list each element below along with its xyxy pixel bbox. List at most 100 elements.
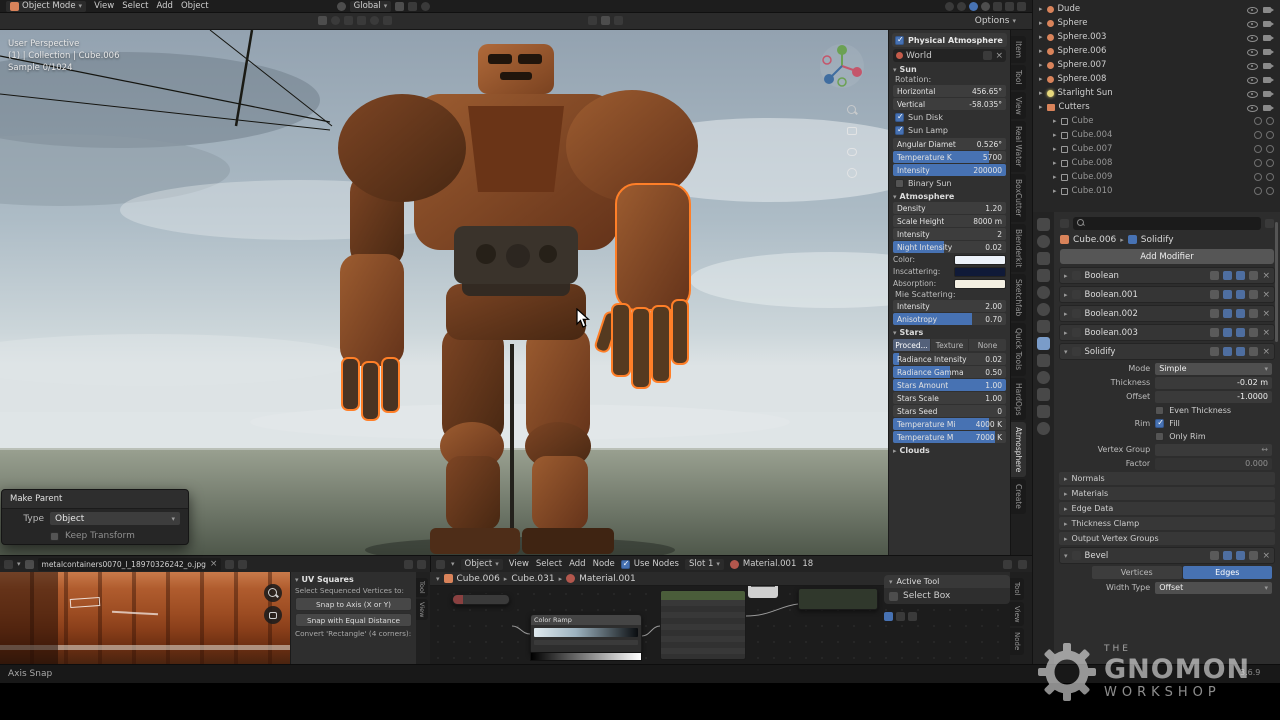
render-camera-icon[interactable]: [1262, 46, 1274, 57]
unlink-icon[interactable]: [995, 51, 1003, 61]
color-row[interactable]: Absorption:: [893, 278, 1006, 289]
expand-arrow-icon[interactable]: [1064, 328, 1068, 338]
holdout-toggle-icon[interactable]: [1266, 145, 1274, 153]
sun-section-header[interactable]: Sun: [893, 65, 1006, 74]
holdout-toggle-icon[interactable]: [1266, 159, 1274, 167]
value-slider[interactable]: Stars Seed 0: [893, 405, 1006, 417]
render-toggle-icon[interactable]: [1236, 309, 1245, 318]
expand-arrow-icon[interactable]: [1039, 32, 1043, 42]
outliner-row[interactable]: Sphere.008: [1033, 72, 1280, 86]
zoom-icon[interactable]: [844, 102, 860, 118]
open-image-icon[interactable]: [238, 560, 247, 569]
bevel-modifier-header[interactable]: Bevel: [1059, 547, 1275, 564]
realtime-toggle-icon[interactable]: [1223, 328, 1232, 337]
checkbox-row[interactable]: Sun Lamp: [895, 125, 1004, 136]
remove-modifier-icon[interactable]: [1262, 271, 1270, 281]
expand-arrow-icon[interactable]: [1053, 172, 1057, 182]
menu-item[interactable]: View: [94, 1, 114, 11]
breadcrumb-object[interactable]: Cube.006: [1073, 235, 1116, 245]
subpanel-header[interactable]: Edge Data: [1059, 502, 1275, 515]
collapse-arrow-icon[interactable]: [1064, 551, 1068, 561]
vertex-group-field[interactable]: ↔: [1155, 444, 1272, 456]
mode-dropdown[interactable]: Object Mode: [6, 1, 86, 12]
edit-mode-toggle-icon[interactable]: [1210, 328, 1219, 337]
sidebar-tab[interactable]: Create: [1011, 479, 1026, 514]
value-slider[interactable]: Intensity 200000: [893, 164, 1006, 176]
sidebar-tab[interactable]: Real Water: [1011, 121, 1026, 172]
cage-toggle-icon[interactable]: [1249, 328, 1258, 337]
image-editor-tab[interactable]: Tool: [416, 578, 428, 597]
modifier-header[interactable]: Boolean: [1059, 267, 1275, 284]
pin-icon[interactable]: [1003, 560, 1012, 569]
image-editor-view[interactable]: [0, 572, 290, 664]
world-tab-icon[interactable]: [1037, 303, 1050, 316]
color-ramp-node[interactable]: Color Ramp: [530, 614, 642, 654]
proportional-falloff-icon[interactable]: [370, 16, 379, 25]
expand-arrow-icon[interactable]: [1053, 116, 1057, 126]
constraints-tab-icon[interactable]: [1037, 388, 1050, 401]
realtime-toggle-icon[interactable]: [1223, 347, 1232, 356]
remove-modifier-icon[interactable]: [1262, 347, 1270, 357]
realtime-toggle-icon[interactable]: [1223, 271, 1232, 280]
even-thickness-checkbox[interactable]: [1155, 406, 1164, 415]
stars-mode-tab[interactable]: None: [969, 339, 1006, 351]
sidebar-tab[interactable]: Sketchfab: [1011, 274, 1026, 321]
holdout-toggle-icon[interactable]: [1266, 131, 1274, 139]
outliner-row[interactable]: Cutters: [1033, 100, 1280, 114]
render-toggle-icon[interactable]: [1236, 271, 1245, 280]
snapping-options-icon[interactable]: [408, 2, 417, 11]
render-camera-icon[interactable]: [1262, 32, 1274, 43]
image-zoom-icon[interactable]: [264, 584, 282, 602]
thickness-field[interactable]: -0.02 m: [1155, 377, 1272, 389]
outliner-row[interactable]: Sphere.006: [1033, 44, 1280, 58]
modifier-header[interactable]: Boolean.001: [1059, 286, 1275, 303]
value-slider[interactable]: Stars Amount 1.00: [893, 379, 1006, 391]
pan-hand-icon[interactable]: [844, 123, 860, 139]
hide-eye-icon[interactable]: [1246, 18, 1258, 29]
cursor-tool-icon[interactable]: [331, 16, 340, 25]
expand-arrow-icon[interactable]: [1039, 102, 1043, 112]
snap-mode-icon[interactable]: [357, 16, 366, 25]
outliner-row[interactable]: Sphere.007: [1033, 58, 1280, 72]
value-slider[interactable]: Temperature Mi 4000 K: [893, 418, 1006, 430]
color-row[interactable]: Inscattering:: [893, 266, 1006, 277]
shading-material-icon[interactable]: [969, 2, 978, 11]
mode-dropdown[interactable]: Simple: [1155, 363, 1272, 375]
show-gizmo-icon[interactable]: [993, 2, 1002, 11]
subpanel-header[interactable]: Thickness Clamp: [1059, 517, 1275, 530]
render-toggle-icon[interactable]: [1236, 328, 1245, 337]
snap-target-icon[interactable]: [344, 16, 353, 25]
expand-arrow-icon[interactable]: [1039, 46, 1043, 56]
expand-arrow-icon[interactable]: [1064, 309, 1068, 319]
object-data-tab-icon[interactable]: [1037, 405, 1050, 418]
cage-toggle-icon[interactable]: [1249, 271, 1258, 280]
number-field[interactable]: Horizontal 456.65°: [893, 85, 1006, 97]
cage-toggle-icon[interactable]: [1249, 309, 1258, 318]
color-swatch[interactable]: [954, 255, 1006, 265]
selectable-toggle-icon[interactable]: [1254, 173, 1262, 181]
menu-item[interactable]: Select: [536, 559, 562, 569]
realtime-toggle-icon[interactable]: [1223, 551, 1232, 560]
color-swatch[interactable]: [954, 279, 1006, 289]
value-slider[interactable]: Radiance Intensity 0.02: [893, 353, 1006, 365]
remove-modifier-icon[interactable]: [1262, 290, 1270, 300]
flag-icon[interactable]: [588, 16, 597, 25]
rim-fill-checkbox[interactable]: [1155, 419, 1164, 428]
transform-orientation-icon[interactable]: [337, 2, 346, 11]
snap-magnet-icon[interactable]: [395, 2, 404, 11]
uv-squares-button[interactable]: Snap with Equal Distance: [295, 613, 412, 627]
menu-item[interactable]: Select: [122, 1, 148, 11]
selectable-toggle-icon[interactable]: [1254, 131, 1262, 139]
render-camera-icon[interactable]: [1262, 4, 1274, 15]
sidebar-tab[interactable]: Quick Tools: [1011, 323, 1026, 375]
object-tab-icon[interactable]: [1037, 320, 1050, 333]
render-camera-icon[interactable]: [1262, 18, 1274, 29]
scene-tab-icon[interactable]: [1037, 286, 1050, 299]
physics-tab-icon[interactable]: [1037, 371, 1050, 384]
modifier-header[interactable]: Boolean.002: [1059, 305, 1275, 322]
breadcrumb-item[interactable]: Cube.006: [457, 574, 500, 584]
sidebar-tab[interactable]: HardOps: [1011, 378, 1026, 421]
outliner-row[interactable]: Cube: [1033, 114, 1280, 128]
options-dropdown[interactable]: Options: [975, 16, 1016, 26]
editor-type-icon[interactable]: [436, 560, 445, 569]
